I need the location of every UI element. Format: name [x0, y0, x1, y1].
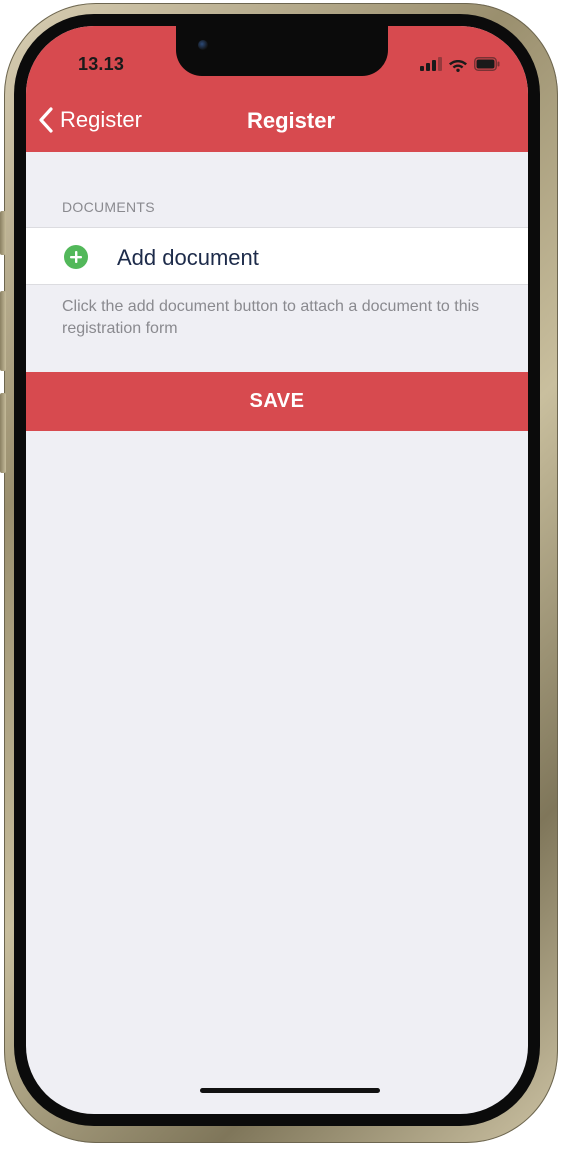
documents-section-header: DOCUMENTS — [62, 199, 155, 215]
add-document-label: Add document — [117, 245, 259, 270]
volume-down-button — [0, 393, 6, 473]
documents-help-text: Click the add document button to attach … — [62, 298, 480, 337]
home-indicator[interactable] — [200, 1088, 380, 1093]
battery-icon — [474, 57, 500, 71]
notch — [176, 26, 388, 76]
add-document-row[interactable]: Add document — [26, 227, 528, 285]
plus-circle-icon — [64, 245, 88, 269]
navigation-header: 13.13 Register Register — [26, 26, 528, 152]
status-time: 13.13 — [78, 54, 125, 74]
app-screen: 13.13 Register Register DOCUMENTS Add do… — [26, 26, 528, 1114]
save-button[interactable]: SAVE — [26, 372, 528, 431]
mute-switch — [0, 211, 6, 255]
front-camera-icon — [198, 40, 208, 50]
volume-up-button — [0, 291, 6, 371]
status-icons — [420, 56, 500, 72]
wifi-icon — [449, 59, 467, 72]
cellular-signal-icon — [420, 57, 442, 71]
page-title: Register — [246, 108, 336, 133]
